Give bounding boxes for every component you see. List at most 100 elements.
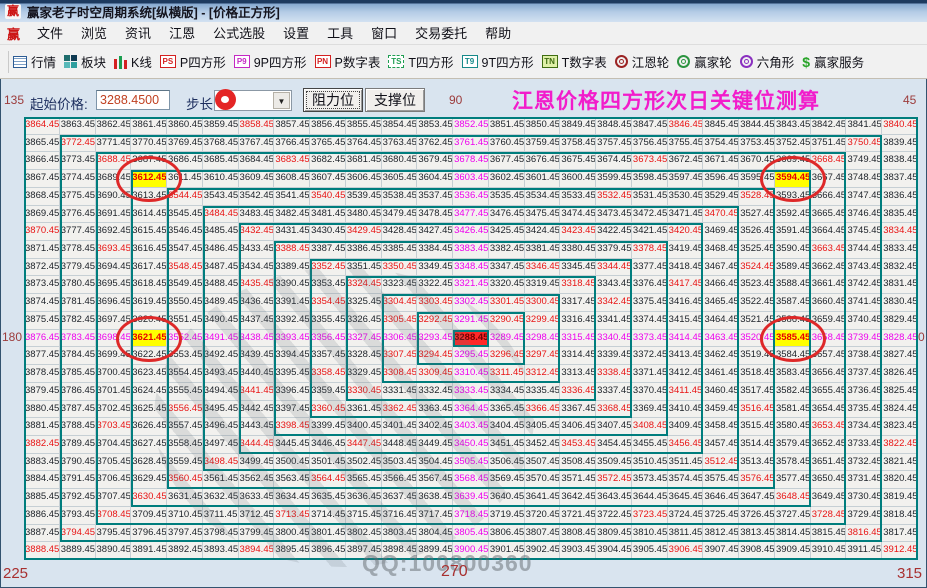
cell-r12c4: 3620.45 <box>131 311 168 330</box>
cell-r8c17: 3379.45 <box>596 241 632 259</box>
cell-r19c8: 3445.45 <box>274 435 311 454</box>
cell-r23c7: 3712.45 <box>238 506 275 525</box>
cell-r5c5: 3544.45 <box>167 187 203 206</box>
menu-item-6[interactable]: 设置 <box>274 24 318 43</box>
cell-r23c10: 3715.45 <box>345 506 382 525</box>
menu-item-10[interactable]: 帮助 <box>476 24 520 43</box>
cell-r4c18: 3598.45 <box>631 170 668 188</box>
cell-r13c3: 3698.45 <box>95 329 132 348</box>
cell-r4c10: 3606.45 <box>345 170 382 188</box>
cell-r14c19: 3413.45 <box>667 347 704 366</box>
cell-r8c4: 3616.45 <box>131 241 168 259</box>
cell-r15c18: 3371.45 <box>631 365 668 383</box>
cell-r25c11: 3898.45 <box>381 542 418 560</box>
cell-r3c9: 3682.45 <box>310 152 346 171</box>
cell-r9c6: 3487.45 <box>202 258 239 277</box>
cell-r11c7: 3436.45 <box>238 294 275 312</box>
cell-r9c20: 3467.45 <box>703 258 740 277</box>
cell-r2c8: 3766.45 <box>274 134 311 153</box>
toolbar-item-13[interactable]: $ 赢家服务 <box>802 52 864 71</box>
cell-r4c24: 3748.45 <box>846 170 883 188</box>
toolbar-item-7[interactable]: TS T四方形 <box>388 52 454 71</box>
cell-r13c15: 3298.45 <box>524 329 561 348</box>
cell-r2c3: 3771.45 <box>95 134 132 153</box>
toolbar-item-label: 行情 <box>31 56 57 70</box>
toolbar-item-4[interactable]: PS P四方形 <box>159 52 226 71</box>
cell-r16c11: 3331.45 <box>381 382 418 401</box>
cell-r20c2: 3790.45 <box>59 453 96 472</box>
cell-r24c16: 3808.45 <box>560 524 597 543</box>
cell-r18c7: 3443.45 <box>238 418 275 436</box>
cell-r20c20: 3512.45 <box>703 453 740 472</box>
menu-item-2[interactable]: 浏览 <box>72 24 116 43</box>
menu-item-1[interactable]: 文件 <box>28 24 72 43</box>
cell-r23c21: 3726.45 <box>739 506 775 525</box>
cell-r17c3: 3702.45 <box>95 400 132 419</box>
cell-r11c23: 3660.45 <box>810 294 847 312</box>
cell-r2c6: 3768.45 <box>202 134 239 153</box>
toolbar-separator <box>8 50 9 73</box>
cell-r23c18: 3723.45 <box>631 506 668 525</box>
cell-r19c16: 3453.45 <box>560 435 597 454</box>
menu-item-3[interactable]: 资讯 <box>116 24 160 43</box>
cell-r8c23: 3663.45 <box>810 241 847 259</box>
child-window-icon[interactable]: 赢 <box>7 24 20 43</box>
cell-r9c13: 3348.45 <box>453 258 489 277</box>
cell-r2c20: 3754.45 <box>703 134 740 153</box>
toolbar-item-12[interactable]: 六角形 <box>739 52 794 71</box>
resistance-button[interactable]: 阻力位 <box>303 88 363 112</box>
cell-r15c11: 3308.45 <box>381 365 418 383</box>
cell-r3c24: 3749.45 <box>846 152 883 171</box>
cell-r8c11: 3385.45 <box>381 241 418 259</box>
cell-r11c19: 3416.45 <box>667 294 704 312</box>
cell-r21c7: 3562.45 <box>238 471 275 490</box>
step-label: 步长 <box>186 97 213 112</box>
cell-r1c1: 3864.45 <box>24 117 60 135</box>
toolbar-item-6[interactable]: PN P数字表 <box>314 52 380 71</box>
cell-r12c24: 3740.45 <box>846 311 883 330</box>
cell-r2c19: 3755.45 <box>667 134 704 153</box>
toolbar-item-3[interactable]: K线 <box>114 52 152 71</box>
cell-r6c22: 3592.45 <box>774 205 811 224</box>
cell-r18c5: 3557.45 <box>167 418 203 436</box>
cell-r5c10: 3539.45 <box>345 187 382 206</box>
cell-r14c15: 3297.45 <box>524 347 561 366</box>
cell-r18c2: 3788.45 <box>59 418 96 436</box>
menu-item-7[interactable]: 工具 <box>318 24 362 43</box>
toolbar-item-11[interactable]: 赢家轮 <box>677 52 732 71</box>
toolbar-item-1[interactable]: 行情 <box>13 52 56 71</box>
cell-r24c25: 3817.45 <box>882 524 918 543</box>
toolbar-item-5[interactable]: P9 9P四方形 <box>233 52 307 71</box>
cell-r1c6: 3859.45 <box>202 117 239 135</box>
support-button[interactable]: 支撑位 <box>365 88 425 112</box>
cell-r3c8: 3683.45 <box>274 152 311 171</box>
menu-item-4[interactable]: 江恩 <box>160 24 204 43</box>
toolbar-item-8[interactable]: T9 9T四方形 <box>461 52 534 71</box>
cell-r13c17: 3340.45 <box>596 329 632 348</box>
cell-r3c20: 3671.45 <box>703 152 740 171</box>
cell-r15c15: 3312.45 <box>524 365 561 383</box>
toolbar-item-9[interactable]: TN T数字表 <box>541 52 607 71</box>
cell-r25c4: 3891.45 <box>131 542 168 560</box>
cell-r25c23: 3910.45 <box>810 542 847 560</box>
cell-r25c6: 3893.45 <box>202 542 239 560</box>
start-price-input[interactable] <box>96 90 170 110</box>
toolbar-item-2[interactable]: 板块 <box>64 52 106 71</box>
cell-r4c25: 3837.45 <box>882 170 918 188</box>
toolbar-item-label: P四方形 <box>179 56 226 70</box>
cell-r13c11: 3306.45 <box>381 329 418 348</box>
toolbar-item-10[interactable]: 江恩轮 <box>614 52 669 71</box>
cell-r10c8: 3390.45 <box>274 276 311 295</box>
menu-item-9[interactable]: 交易委托 <box>406 24 476 43</box>
cell-r7c24: 3745.45 <box>846 223 883 242</box>
toolbar-item-label: 9T四方形 <box>481 56 534 70</box>
menu-item-5[interactable]: 公式选股 <box>204 24 274 43</box>
cell-r19c5: 3558.45 <box>167 435 203 454</box>
cell-r8c13: 3383.45 <box>453 241 489 259</box>
cell-r14c12: 3294.45 <box>417 347 454 366</box>
cell-r17c15: 3366.45 <box>524 400 561 419</box>
cell-r15c14: 3311.45 <box>488 365 525 383</box>
cell-r6c23: 3665.45 <box>810 205 847 224</box>
chevron-down-icon[interactable]: ▼ <box>273 92 290 109</box>
menu-item-8[interactable]: 窗口 <box>362 24 406 43</box>
